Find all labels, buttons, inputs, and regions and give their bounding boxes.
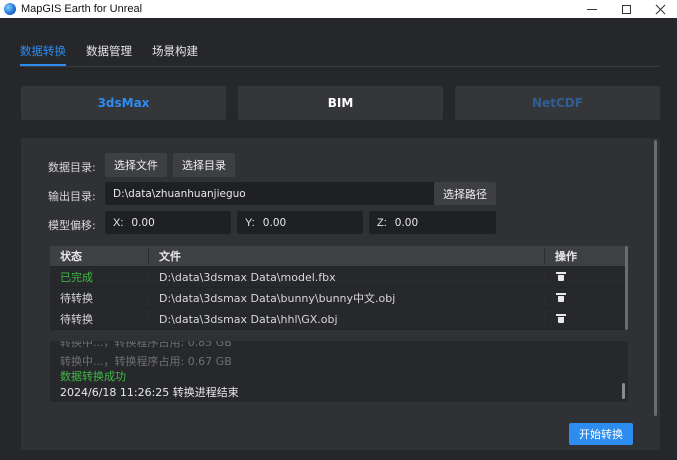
tabs-divider [20,66,660,67]
table-scrollbar[interactable] [625,246,628,330]
segment-netcdf[interactable]: NetCDF [455,86,660,120]
header-action: 操作 [544,248,628,264]
segment-3dsmax[interactable]: 3dsMax [21,86,226,120]
offset-y-value: 0.00 [262,216,287,229]
output-dir-field[interactable]: D:\data\zhuanhuanjieguo [105,182,435,205]
main-tabs: 数据转换 数据管理 场景构建 [20,44,218,66]
panel-scrollbar[interactable] [654,140,657,416]
offset-z-value: 0.00 [394,216,419,229]
offset-x-label: X: [113,216,124,229]
log-line: 转换中...，转换程序占用: 0.67 GB [60,355,232,368]
log-line: 2024/6/18 11:26:25 转换进程结束 [60,386,239,399]
close-button[interactable] [643,0,677,18]
conversion-log: 转换中...，转换程序占用: 0.85 GB 转换中...，转换程序占用: 0.… [50,341,628,402]
app-globe-icon [4,3,16,15]
minimize-button[interactable] [575,0,609,18]
offset-y-label: Y: [245,216,255,229]
maximize-icon [621,4,631,14]
delete-trash-icon[interactable] [556,313,566,323]
table-row: 已完成 D:\data\3dsmax Data\model.fbx [50,267,628,288]
log-line: 数据转换成功 [60,370,126,383]
offset-x-field[interactable]: X: 0.00 [105,211,231,234]
header-file: 文件 [148,248,544,264]
close-icon [655,4,666,15]
title-bar: MapGIS Earth for Unreal [0,0,677,18]
row-status: 已完成 [60,271,93,284]
select-file-button[interactable]: 选择文件 [105,153,167,177]
minimize-icon [587,8,597,10]
offset-z-field[interactable]: Z: 0.00 [369,211,496,234]
maximize-button[interactable] [609,0,643,18]
offset-y-field[interactable]: Y: 0.00 [237,211,363,234]
window-controls [575,0,677,18]
tab-data-conversion[interactable]: 数据转换 [20,44,66,66]
offset-x-value: 0.00 [131,216,155,229]
row-status: 待转换 [60,313,93,326]
header-status: 状态 [60,250,82,263]
table-header: 状态 文件 操作 [50,246,628,267]
row-file: D:\data\3dsmax Data\hhl\GX.obj [148,312,544,326]
table-row: 待转换 D:\data\3dsmax Data\bunny\bunny中文.ob… [50,288,628,309]
delete-trash-icon[interactable] [556,271,566,281]
table-row: 待转换 D:\data\3dsmax Data\hhl\GX.obj [50,309,628,330]
tab-scene-building[interactable]: 场景构建 [152,44,198,66]
offset-label: 模型偏移: [48,219,96,232]
row-file: D:\data\3dsmax Data\bunny\bunny中文.obj [148,290,544,306]
offset-z-label: Z: [377,216,387,229]
delete-trash-icon[interactable] [556,292,566,302]
log-scrollbar[interactable] [622,383,625,399]
row-status: 待转换 [60,292,93,305]
output-dir-label: 输出目录: [48,190,96,203]
source-type-selector: 3dsMax BIM NetCDF [21,86,660,120]
data-dir-label: 数据目录: [48,161,96,174]
select-path-button[interactable]: 选择路径 [434,182,496,205]
conversion-panel: 数据目录: 选择文件 选择目录 输出目录: D:\data\zhuanhuanj… [21,138,660,450]
file-table: 状态 文件 操作 已完成 D:\data\3dsmax Data\model.f… [50,246,628,330]
select-dir-button[interactable]: 选择目录 [173,153,235,177]
start-conversion-button[interactable]: 开始转换 [569,423,633,445]
tab-data-management[interactable]: 数据管理 [86,44,132,66]
segment-bim[interactable]: BIM [238,86,443,120]
log-line: 转换中...，转换程序占用: 0.85 GB [60,341,232,349]
row-file: D:\data\3dsmax Data\model.fbx [148,270,544,284]
window-title: MapGIS Earth for Unreal [21,3,143,15]
